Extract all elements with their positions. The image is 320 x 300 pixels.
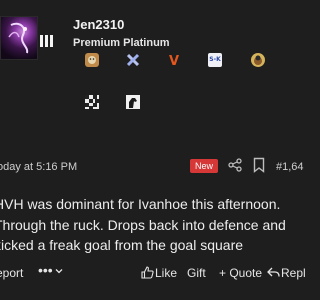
gift-button[interactable]: Gift	[187, 266, 206, 280]
dog-badge-icon	[85, 53, 99, 67]
team-logo-badge-icon: S-K	[208, 53, 222, 67]
post-line: Through the ruck. Drops back into defenc…	[0, 216, 286, 233]
post-timestamp[interactable]: oday at 5:16 PM	[0, 161, 77, 173]
v-logo-text: V	[169, 54, 179, 67]
user-avatar[interactable]	[0, 16, 38, 60]
post-number-link[interactable]: #1,64	[276, 161, 304, 173]
share-icon[interactable]	[228, 158, 242, 172]
like-button[interactable]: Like	[155, 266, 177, 280]
horse-badge-icon	[126, 95, 140, 109]
post-line: kicked a freak goal from the goal square	[0, 237, 244, 253]
v-logo-badge-icon: V	[167, 53, 181, 69]
more-options-button[interactable]: •••	[38, 262, 53, 278]
user-title: Premium Platinum	[73, 37, 170, 49]
reply-button[interactable]: Repl	[281, 266, 306, 280]
report-button[interactable]: eport	[0, 266, 23, 280]
new-badge: New	[190, 159, 219, 173]
post-body: HVH was dominant for Ivanhoe this aftern…	[0, 194, 314, 256]
quote-button[interactable]: + Quote	[219, 266, 262, 280]
mascot-badge-icon	[251, 53, 265, 67]
reply-icon[interactable]	[267, 266, 280, 279]
rank-bars-icon	[40, 35, 53, 47]
thumbs-up-icon[interactable]	[141, 266, 154, 279]
post-line: HVH was dominant for Ivanhoe this aftern…	[0, 196, 281, 212]
checkered-badge-icon	[85, 95, 99, 109]
chevron-down-icon[interactable]	[55, 267, 63, 275]
username-link[interactable]: Jen2310	[73, 17, 124, 32]
bookmark-icon[interactable]	[253, 157, 265, 173]
crossed-clubs-badge-icon	[126, 53, 140, 67]
